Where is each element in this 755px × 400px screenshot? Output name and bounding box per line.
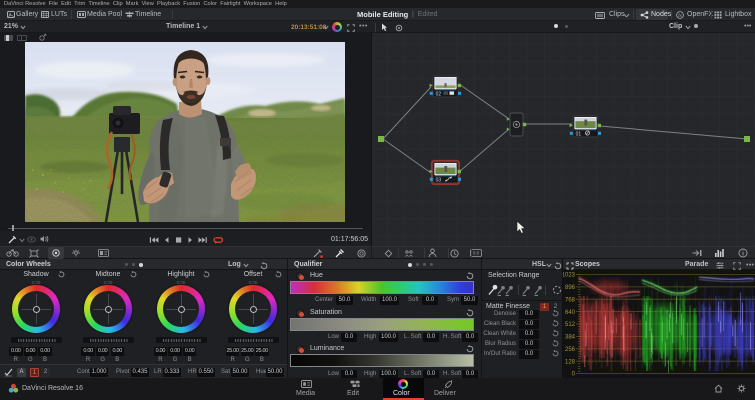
- svg-text:fx: fx: [678, 13, 682, 18]
- svg-text:640: 640: [565, 310, 576, 316]
- svg-text:1023: 1023: [563, 273, 576, 279]
- svg-text:896: 896: [565, 285, 576, 291]
- svg-text:128: 128: [565, 359, 576, 365]
- svg-text:02: 02: [436, 91, 442, 97]
- svg-text:256: 256: [565, 347, 576, 353]
- svg-text:768: 768: [565, 297, 576, 303]
- svg-text:384: 384: [565, 335, 576, 341]
- svg-text:0:0: 0:0: [473, 251, 480, 256]
- svg-text:512: 512: [565, 322, 576, 328]
- svg-text:03: 03: [436, 177, 442, 183]
- svg-text:01: 01: [576, 131, 582, 137]
